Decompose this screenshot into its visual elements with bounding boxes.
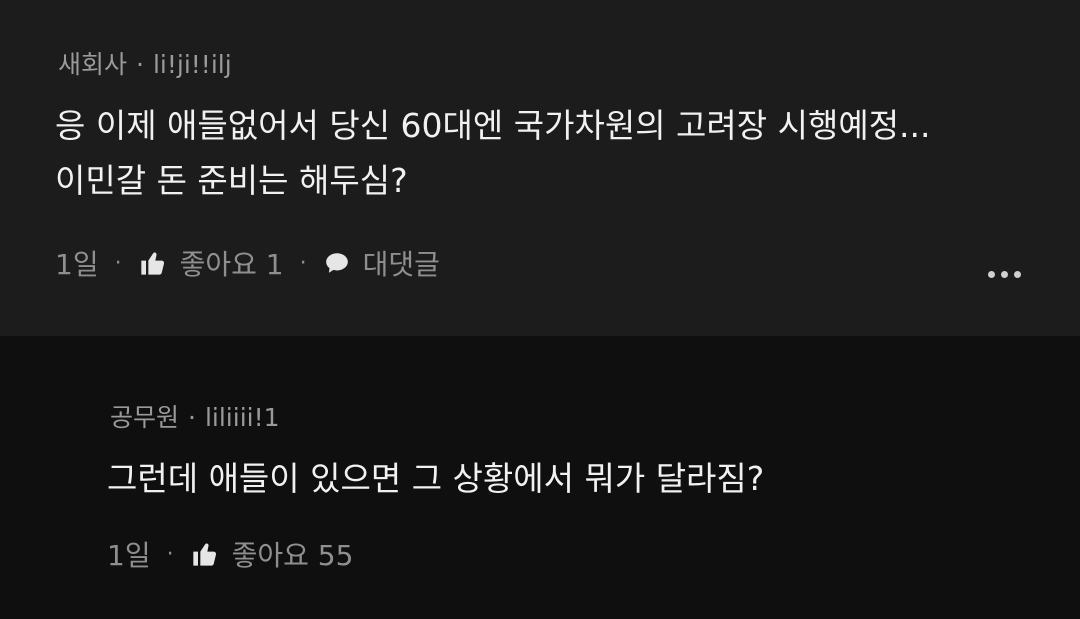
more-dot [1001, 271, 1008, 278]
comment-actions: 1일 · 좋아요 55 [107, 534, 353, 574]
separator-dot: · [136, 50, 144, 79]
comment-card: 새회사 · li!ji!!ilj 응 이제 애들없어서 당신 60대엔 국가차원의 … [0, 0, 1080, 336]
comment-line: 이민갈 돈 준비는 해두심? [55, 161, 408, 200]
comment-line: 그런데 애들이 있으면 그 상황에서 뭐가 달라짐? [107, 459, 765, 498]
thumbs-up-icon[interactable] [138, 249, 168, 277]
comment-body: 응 이제 애들없어서 당신 60대엔 국가차원의 고려장 시행예정... 이민갈… [55, 98, 931, 208]
comment-actions: 1일 · 좋아요 1 · 대댓글 [55, 243, 440, 283]
like-button[interactable]: 좋아요 55 [232, 534, 354, 574]
separator-dot: · [114, 250, 122, 276]
separator-dot: · [188, 403, 196, 432]
comment-line: 응 이제 애들없어서 당신 60대엔 국가차원의 고려장 시행예정... [55, 106, 931, 145]
separator-dot: · [166, 541, 174, 567]
separator-dot: · [299, 250, 307, 276]
comment-meta: 공무원 · liliiii!1 [110, 398, 280, 434]
author-handle[interactable]: li!ji!!ilj [153, 50, 232, 79]
author-name[interactable]: 공무원 [110, 403, 179, 432]
speech-bubble-icon[interactable] [323, 250, 351, 276]
timestamp: 1일 [55, 248, 99, 281]
comment-meta: 새회사 · li!ji!!ilj [58, 45, 232, 81]
reply-card: 공무원 · liliiii!1 그런데 애들이 있으면 그 상황에서 뭐가 달라짐?… [0, 336, 1080, 619]
more-horizontal-icon[interactable] [988, 271, 1021, 278]
author-handle[interactable]: liliiii!1 [205, 403, 280, 432]
like-button[interactable]: 좋아요 1 [180, 243, 284, 283]
timestamp: 1일 [107, 539, 151, 572]
thumbs-up-icon[interactable] [190, 540, 220, 568]
comment-body: 그런데 애들이 있으면 그 상황에서 뭐가 달라짐? [107, 451, 764, 506]
more-dot [988, 271, 995, 278]
reply-button[interactable]: 대댓글 [363, 243, 440, 283]
more-dot [1014, 271, 1021, 278]
author-name[interactable]: 새회사 [58, 50, 127, 79]
